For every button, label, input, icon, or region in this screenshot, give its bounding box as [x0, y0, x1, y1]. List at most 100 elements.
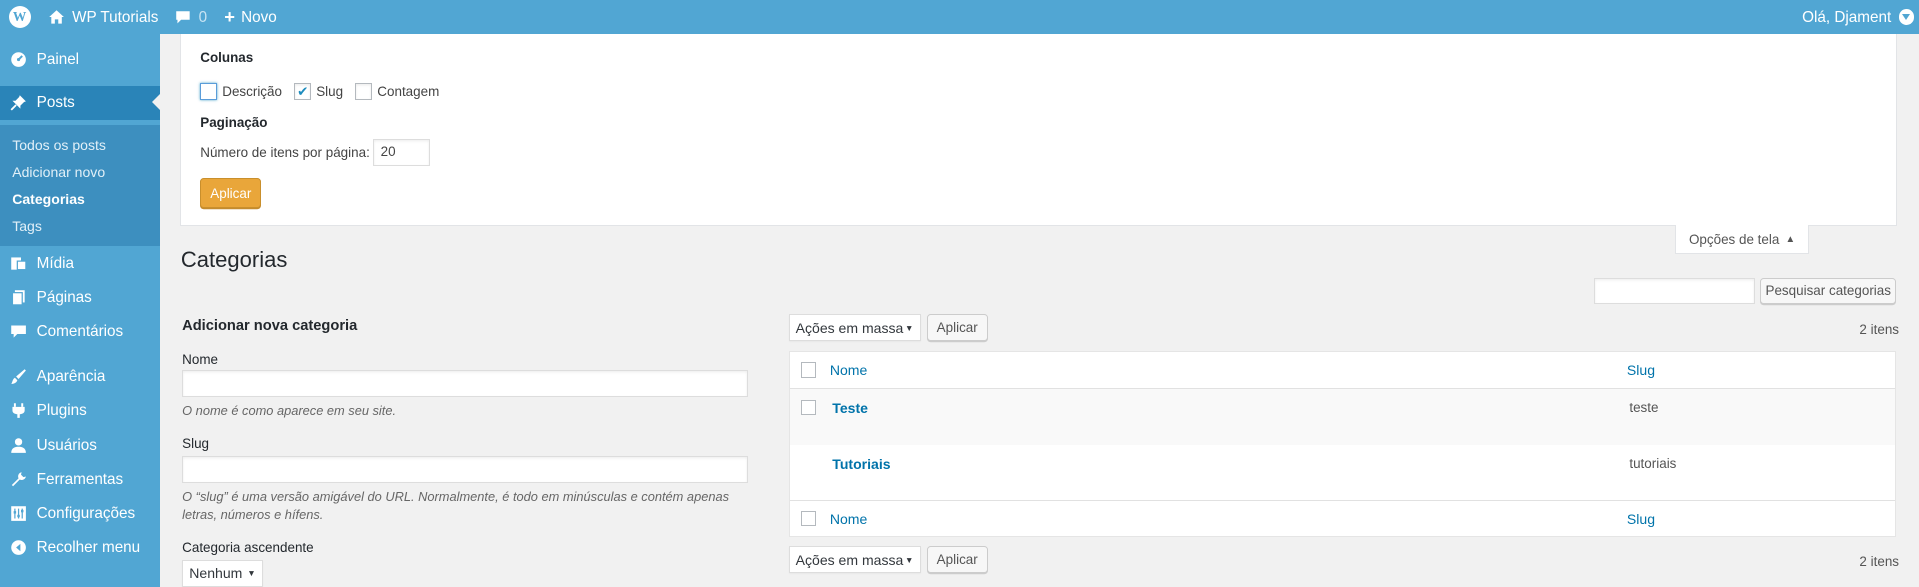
menu-comments-label: Comentários [36, 323, 124, 341]
menu-media[interactable]: Mídia [0, 246, 160, 280]
menu-comments[interactable]: Comentários [0, 314, 160, 348]
checkbox-count[interactable] [355, 83, 373, 101]
bulk-apply-button-bottom[interactable]: Aplicar [926, 546, 988, 574]
menu-tools-label: Ferramentas [36, 470, 124, 488]
my-account-menu[interactable]: Olá, Djament [1794, 0, 1919, 34]
dashboard-icon [10, 51, 27, 68]
column-footer-name[interactable]: Nome [830, 511, 867, 527]
add-category-heading: Adicionar nova categoria [182, 317, 358, 334]
menu-dashboard[interactable]: Painel [0, 38, 160, 81]
bulk-actions-select-bottom[interactable]: Ações em massa ▼ [788, 546, 921, 574]
bulk-actions-value-bottom: Ações em massa [795, 551, 904, 568]
bulk-apply-button-top[interactable]: Aplicar [926, 314, 988, 342]
new-content-link[interactable]: + Novo [216, 0, 286, 34]
pagination-heading: Paginação [200, 114, 268, 130]
menu-settings[interactable]: Configurações [0, 497, 160, 531]
menu-settings-label: Configurações [36, 505, 136, 523]
menu-media-label: Mídia [36, 254, 74, 272]
site-name: WP Tutorials [72, 8, 159, 26]
item-count-top: 2 itens [1859, 321, 1900, 337]
menu-users[interactable]: Usuários [0, 428, 160, 462]
screen-options-panel: Colunas Descrição ✔ Slug Contagem Pagina… [179, 34, 1898, 227]
parent-category-select[interactable]: Nenhum ▼ [182, 559, 263, 587]
admin-bar: W WP Tutorials 0 + Novo Olá, Djament [0, 0, 1919, 35]
per-page-label: Número de itens por página: [200, 145, 370, 161]
name-description: O nome é como aparece em seu site. [182, 403, 397, 419]
bulk-actions-select-top[interactable]: Ações em massa ▼ [788, 314, 921, 342]
wp-logo-menu[interactable]: W [0, 0, 39, 34]
menu-tools[interactable]: Ferramentas [0, 462, 160, 496]
plus-icon: + [224, 6, 235, 28]
screen-options-apply-button[interactable]: Aplicar [200, 178, 262, 208]
screen-options-toggle[interactable]: Opções de tela ▲ [1674, 224, 1810, 255]
submenu-categories[interactable]: Categorias [0, 186, 160, 213]
row-name-link[interactable]: Tutoriais [832, 456, 890, 472]
submenu-add-new[interactable]: Adicionar novo [0, 159, 160, 186]
menu-posts-label: Posts [36, 94, 75, 112]
table-header: Nome Slug [789, 352, 1895, 389]
wordpress-icon: W [8, 6, 31, 29]
search-categories-button[interactable]: Pesquisar categorias [1760, 277, 1897, 305]
name-input[interactable] [182, 370, 749, 398]
avatar [1898, 9, 1915, 26]
table-row: Tutoriais tutoriais [790, 445, 1895, 501]
column-footer-slug[interactable]: Slug [1627, 511, 1655, 527]
media-icon [10, 255, 27, 272]
menu-appearance-label: Aparência [36, 368, 106, 386]
row-checkbox[interactable] [800, 399, 817, 416]
column-header-slug[interactable]: Slug [1627, 362, 1655, 378]
pushpin-icon [10, 94, 27, 111]
chevron-down-icon: ▼ [904, 322, 914, 333]
site-name-link[interactable]: WP Tutorials [39, 0, 167, 34]
categories-table: Nome Slug Teste teste Tutoriais tutoriai… [788, 350, 1897, 537]
comments-count: 0 [198, 8, 208, 26]
comment-icon [175, 10, 191, 25]
menu-pages-label: Páginas [36, 288, 92, 306]
bulk-actions-value-top: Ações em massa [795, 319, 904, 336]
settings-icon [10, 505, 27, 522]
parent-category-value: Nenhum [189, 565, 243, 582]
search-categories-input[interactable] [1594, 277, 1756, 305]
menu-appearance[interactable]: Aparência [0, 360, 160, 394]
menu-dashboard-label: Painel [36, 50, 80, 68]
checkmark-icon: ✔ [297, 83, 309, 99]
greeting: Olá, Djament [1802, 8, 1892, 26]
table-footer: Nome Slug [789, 499, 1895, 537]
column-header-name[interactable]: Nome [830, 362, 867, 378]
new-label: Novo [241, 8, 277, 26]
plugin-icon [10, 402, 27, 419]
submenu-all-posts[interactable]: Todos os posts [0, 132, 160, 159]
columns-heading: Colunas [200, 50, 254, 66]
menu-posts[interactable]: Posts [0, 85, 161, 120]
caret-up-icon: ▲ [1785, 233, 1796, 245]
app-viewport: W WP Tutorials 0 + Novo Olá, Djament Pai… [0, 0, 1919, 587]
page-title: Categorias [180, 246, 288, 272]
pages-icon [10, 289, 27, 306]
menu-pages[interactable]: Páginas [0, 280, 160, 314]
chevron-down-icon: ▼ [247, 568, 256, 579]
menu-collapse-label: Recolher menu [36, 539, 141, 557]
checkbox-slug[interactable]: ✔ [294, 83, 312, 101]
select-all-checkbox[interactable] [800, 361, 817, 378]
item-count-bottom: 2 itens [1859, 553, 1900, 569]
row-slug: teste [1629, 399, 1659, 415]
name-label: Nome [182, 352, 218, 368]
menu-collapse[interactable]: Recolher menu [0, 531, 160, 565]
slug-description: O “slug” é uma versão amigável do URL. N… [182, 488, 730, 523]
row-name-link[interactable]: Teste [832, 400, 868, 416]
checkbox-slug-label: Slug [316, 84, 344, 100]
per-page-input[interactable]: 20 [373, 139, 430, 167]
submenu-tags[interactable]: Tags [0, 213, 160, 240]
checkbox-description[interactable] [200, 83, 218, 101]
collapse-icon [10, 539, 27, 556]
wrench-icon [10, 471, 27, 488]
parent-category-label: Categoria ascendente [182, 540, 314, 556]
columns-options: Descrição ✔ Slug Contagem [200, 83, 451, 101]
slug-input[interactable] [182, 455, 749, 483]
select-all-checkbox-footer[interactable] [800, 510, 817, 527]
posts-submenu: Todos os posts Adicionar novo Categorias… [0, 124, 161, 246]
chevron-down-icon: ▼ [904, 554, 914, 565]
menu-plugins[interactable]: Plugins [0, 394, 160, 428]
comments-icon [10, 323, 27, 340]
comments-link[interactable]: 0 [167, 0, 216, 34]
